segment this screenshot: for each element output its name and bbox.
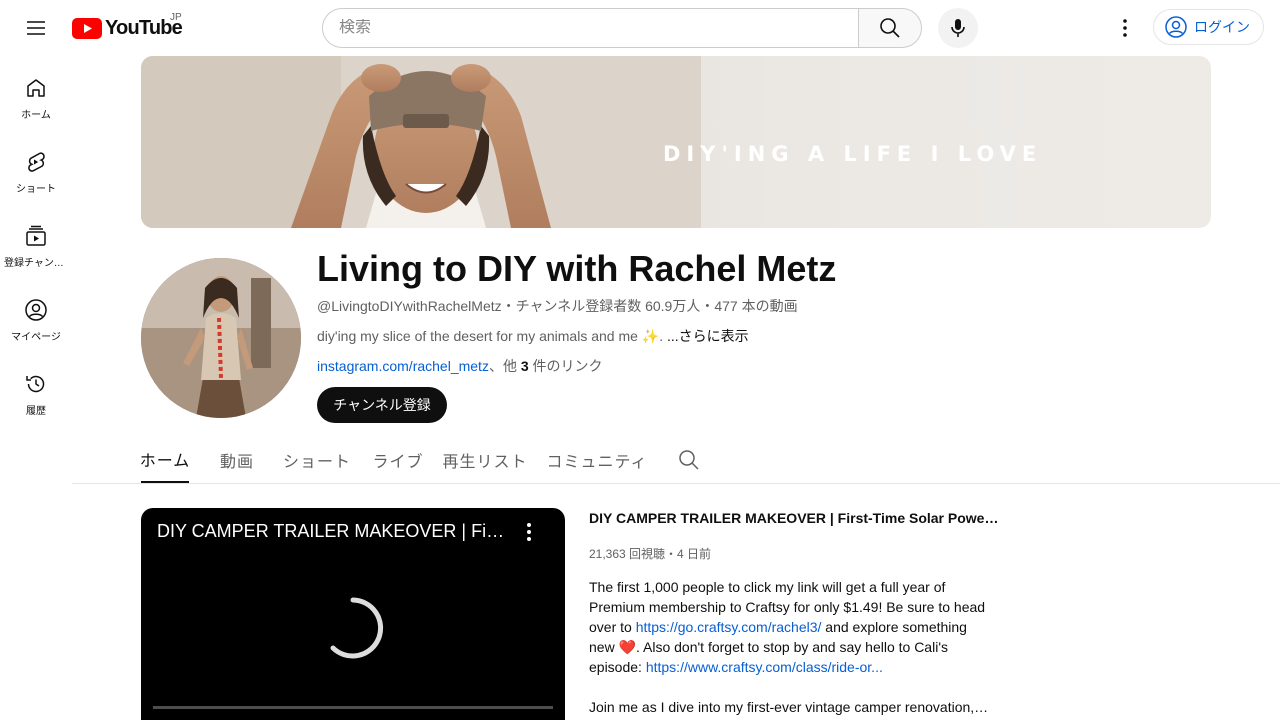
craftsy-link[interactable]: https://go.craftsy.com/rachel3/ [636, 619, 822, 635]
history-icon [26, 375, 45, 393]
channel-links: instagram.com/rachel_metz、他 3 件のリンク [317, 356, 603, 376]
subscriber-count: チャンネル登録者数 60.9万人 [515, 298, 701, 314]
avatar-photo [141, 258, 301, 418]
sidebar-item-shorts[interactable]: ショート [4, 130, 68, 204]
channel-meta: @LivingtoDIYwithRachelMetz・チャンネル登録者数 60.… [317, 296, 798, 316]
show-more-link[interactable]: ...さらに表示 [667, 328, 749, 344]
featured-video-description: The first 1,000 people to click my link … [589, 577, 989, 677]
search-icon [679, 450, 699, 470]
microphone-icon [951, 19, 965, 37]
home-icon [27, 79, 45, 97]
login-label: ログイン [1194, 19, 1250, 35]
account-circle-icon [1165, 16, 1187, 38]
subscriptions-icon [26, 225, 46, 246]
channel-title: Living to DIY with Rachel Metz [317, 248, 837, 289]
search-button[interactable] [858, 8, 922, 48]
youtube-play-icon [72, 17, 102, 39]
menu-icon[interactable] [24, 16, 48, 40]
meta-separator: ・ [700, 298, 715, 314]
sidebar-item-label: ショート [16, 184, 56, 195]
sidebar-item-you[interactable]: マイページ [4, 278, 68, 352]
tab-community[interactable]: コミュニティ [546, 436, 646, 483]
other-links-count: 3 [520, 358, 529, 374]
channel-handle: @LivingtoDIYwithRachelMetz [317, 298, 502, 314]
meta-separator: ・ [501, 298, 516, 314]
video-player[interactable]: DIY CAMPER TRAILER MAKEOVER | First-Time… [141, 508, 565, 720]
featured-video-description-2: Join me as I dive into my first-ever vin… [589, 699, 989, 715]
tab-videos[interactable]: 動画 [220, 436, 253, 483]
sidebar-item-label: 履歴 [26, 406, 46, 417]
other-links[interactable]: 、他 3 件のリンク [489, 358, 603, 374]
search-icon [880, 18, 900, 38]
search-box [322, 8, 859, 48]
subscribe-button[interactable]: チャンネル登録 [317, 387, 447, 423]
youtube-logo[interactable]: YouTube JP [72, 12, 183, 40]
featured-video-meta: 21,363 回視聴・4 日前 [589, 547, 712, 561]
more-vert-icon [1123, 19, 1127, 37]
tab-home[interactable]: ホーム [140, 436, 189, 483]
player-more-button[interactable] [517, 520, 541, 544]
login-button[interactable]: ログイン [1153, 9, 1264, 45]
craftsy-class-link[interactable]: https://www.craftsy.com/class/ride-or... [646, 659, 883, 675]
tab-playlists[interactable]: 再生リスト [443, 436, 527, 483]
shorts-icon [28, 152, 45, 172]
sidebar-item-subscriptions[interactable]: 登録チャンネル [4, 204, 68, 278]
sidebar-item-label: マイページ [11, 332, 61, 343]
sidebar-item-history[interactable]: 履歴 [4, 352, 68, 426]
more-vert-icon [527, 523, 531, 541]
video-count: 477 本の動画 [714, 298, 798, 314]
search-input[interactable] [339, 19, 858, 37]
tabs-divider [72, 483, 1280, 484]
top-bar: YouTube JP ログイン [0, 0, 1280, 56]
other-links-suffix: 件のリンク [528, 358, 603, 374]
you-icon [25, 299, 47, 321]
settings-more-button[interactable] [1113, 16, 1137, 40]
channel-banner: DIY'ING A LIFE I LOVE [141, 56, 1211, 228]
description-text: diy'ing my slice of the desert for my an… [317, 328, 664, 344]
channel-avatar[interactable] [141, 258, 301, 418]
other-links-prefix: 、他 [488, 358, 521, 374]
banner-tagline: DIY'ING A LIFE I LOVE [663, 142, 1043, 166]
sidebar-item-home[interactable]: ホーム [4, 56, 68, 130]
player-title[interactable]: DIY CAMPER TRAILER MAKEOVER | First-Time… [157, 521, 507, 542]
region-code: JP [170, 12, 182, 23]
instagram-link[interactable]: instagram.com/rachel_metz [317, 358, 489, 374]
tab-shorts[interactable]: ショート [283, 436, 350, 483]
channel-description[interactable]: diy'ing my slice of the desert for my an… [317, 326, 749, 346]
voice-search-button[interactable] [938, 8, 978, 48]
tab-live[interactable]: ライブ [373, 436, 423, 483]
channel-search-button[interactable] [677, 448, 701, 472]
heart-icon: ❤️ [618, 639, 637, 655]
featured-video-title[interactable]: DIY CAMPER TRAILER MAKEOVER | First-Time… [589, 508, 999, 528]
loading-spinner-icon [330, 597, 384, 659]
sidebar-item-label: 登録チャンネル [4, 258, 68, 269]
video-progress-bar[interactable] [153, 706, 553, 709]
sidebar-item-label: ホーム [21, 110, 51, 121]
